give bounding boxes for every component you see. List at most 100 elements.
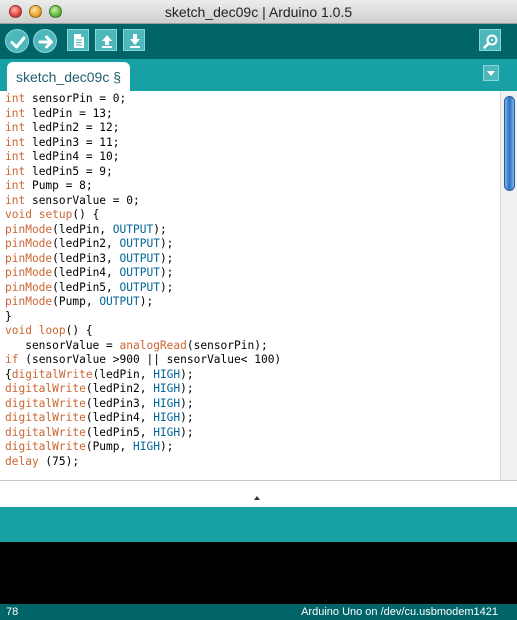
code-line[interactable]: delay (75); bbox=[5, 455, 281, 470]
message-area bbox=[0, 507, 517, 542]
code-token: delay bbox=[5, 454, 39, 468]
code-token: ); bbox=[139, 295, 154, 308]
code-token: HIGH bbox=[153, 382, 181, 395]
code-token: loop bbox=[38, 324, 66, 337]
code-line[interactable]: if (sensorValue >900 || sensorValue< 100… bbox=[5, 353, 281, 368]
editor-console-divider[interactable] bbox=[0, 480, 517, 507]
code-line[interactable]: digitalWrite(ledPin3, HIGH); bbox=[5, 397, 281, 412]
code-token: () { bbox=[65, 324, 93, 337]
code-token: pinMode bbox=[5, 251, 53, 265]
code-token: sensorValue = 0; bbox=[25, 193, 140, 207]
code-text[interactable]: int sensorPin = 0; int ledPin = 13; int le… bbox=[5, 92, 281, 469]
verify-button[interactable] bbox=[5, 29, 29, 53]
code-token: (sensorPin); bbox=[186, 338, 268, 352]
code-line[interactable]: int ledPin2 = 12; bbox=[5, 121, 281, 136]
code-token: ); bbox=[159, 280, 174, 294]
code-token: (Pump, bbox=[85, 440, 133, 453]
code-token: digitalWrite bbox=[5, 396, 86, 410]
code-line[interactable]: int sensorValue = 0; bbox=[5, 194, 281, 209]
arrow-up-icon bbox=[102, 35, 112, 48]
code-token: { bbox=[5, 367, 12, 381]
code-line[interactable]: pinMode(ledPin2, OUTPUT); bbox=[5, 237, 281, 252]
console-output[interactable] bbox=[0, 542, 517, 604]
code-line[interactable]: pinMode(ledPin4, OUTPUT); bbox=[5, 266, 281, 281]
code-token: (ledPin2, bbox=[85, 382, 154, 395]
code-token: (ledPin5, bbox=[52, 280, 120, 294]
magnifier-icon bbox=[483, 34, 498, 49]
split-handle-icon[interactable] bbox=[253, 493, 261, 503]
code-line[interactable]: int ledPin = 13; bbox=[5, 107, 281, 122]
code-token: ledPin2 = 12; bbox=[25, 121, 120, 134]
line-number: 78 bbox=[6, 606, 19, 618]
code-line[interactable]: pinMode(ledPin, OUTPUT); bbox=[5, 223, 281, 238]
code-line[interactable]: {digitalWrite(ledPin, HIGH); bbox=[5, 368, 281, 383]
code-token: ); bbox=[180, 425, 194, 439]
toolbar bbox=[0, 24, 517, 59]
code-line[interactable]: void loop() { bbox=[5, 324, 281, 339]
code-token: ledPin = 13; bbox=[25, 106, 113, 120]
code-line[interactable]: digitalWrite(Pump, HIGH); bbox=[5, 440, 281, 455]
code-token: } bbox=[5, 309, 12, 323]
code-token: pinMode bbox=[5, 280, 53, 294]
code-line[interactable]: int ledPin3 = 11; bbox=[5, 136, 281, 151]
code-token: HIGH bbox=[153, 411, 181, 424]
code-line[interactable]: int Pump = 8; bbox=[5, 179, 281, 194]
serial-monitor-button[interactable] bbox=[479, 29, 501, 51]
code-line[interactable]: int ledPin4 = 10; bbox=[5, 150, 281, 165]
arrow-right-icon bbox=[38, 35, 53, 49]
new-button[interactable] bbox=[67, 29, 89, 51]
check-icon bbox=[10, 36, 26, 49]
code-token: int bbox=[5, 135, 26, 149]
code-line[interactable]: sensorValue = analogRead(sensorPin); bbox=[5, 339, 281, 354]
editor-scroll-thumb[interactable] bbox=[504, 96, 515, 191]
code-token: void bbox=[5, 208, 32, 221]
code-token: digitalWrite bbox=[5, 411, 86, 424]
code-line[interactable]: digitalWrite(ledPin5, HIGH); bbox=[5, 426, 281, 441]
code-token: sensorPin = 0; bbox=[25, 92, 127, 105]
code-token: (ledPin4, bbox=[52, 266, 120, 279]
code-token: ledPin4 = 10; bbox=[25, 150, 120, 163]
code-token: (ledPin5, bbox=[85, 425, 154, 439]
code-line[interactable]: void setup() { bbox=[5, 208, 281, 223]
code-token: OUTPUT bbox=[99, 295, 140, 308]
save-button[interactable] bbox=[123, 29, 145, 51]
code-token: int bbox=[5, 150, 26, 163]
code-token: digitalWrite bbox=[11, 367, 93, 381]
code-line[interactable]: digitalWrite(ledPin4, HIGH); bbox=[5, 411, 281, 426]
code-line[interactable]: } bbox=[5, 310, 281, 325]
code-token: HIGH bbox=[153, 367, 181, 381]
code-token: HIGH bbox=[153, 396, 181, 410]
code-line[interactable]: digitalWrite(ledPin2, HIGH); bbox=[5, 382, 281, 397]
code-token: sensorValue = bbox=[5, 338, 120, 352]
code-token: (75); bbox=[38, 454, 80, 468]
code-token: ledPin5 = 9; bbox=[25, 164, 113, 178]
code-token: digitalWrite bbox=[5, 440, 86, 453]
editor-vertical-scrollbar[interactable] bbox=[500, 91, 517, 480]
code-token: (ledPin3, bbox=[52, 251, 120, 265]
code-token: ); bbox=[159, 440, 174, 453]
code-line[interactable]: int sensorPin = 0; bbox=[5, 92, 281, 107]
code-token: if bbox=[5, 353, 19, 366]
code-editor[interactable]: int sensorPin = 0; int ledPin = 13; int le… bbox=[0, 91, 517, 480]
code-line[interactable]: pinMode(ledPin3, OUTPUT); bbox=[5, 252, 281, 267]
code-token: ); bbox=[180, 396, 194, 410]
code-token: pinMode bbox=[5, 222, 53, 236]
new-file-icon bbox=[74, 34, 84, 48]
open-button[interactable] bbox=[95, 29, 117, 51]
upload-button[interactable] bbox=[33, 29, 57, 53]
code-token: ); bbox=[159, 266, 174, 279]
code-token: int bbox=[5, 106, 26, 120]
code-line[interactable]: int ledPin5 = 9; bbox=[5, 165, 281, 180]
tab-sketch[interactable]: sketch_dec09c § bbox=[7, 62, 130, 91]
tab-menu-button[interactable] bbox=[483, 65, 499, 81]
code-token: Pump = 8; bbox=[25, 179, 93, 192]
code-line[interactable]: pinMode(ledPin5, OUTPUT); bbox=[5, 281, 281, 296]
code-token: ledPin3 = 11; bbox=[25, 135, 120, 149]
code-token: digitalWrite bbox=[5, 382, 86, 395]
code-token: ); bbox=[180, 367, 194, 381]
code-token: () { bbox=[72, 208, 100, 221]
code-token: ); bbox=[180, 411, 194, 424]
code-line[interactable]: pinMode(Pump, OUTPUT); bbox=[5, 295, 281, 310]
